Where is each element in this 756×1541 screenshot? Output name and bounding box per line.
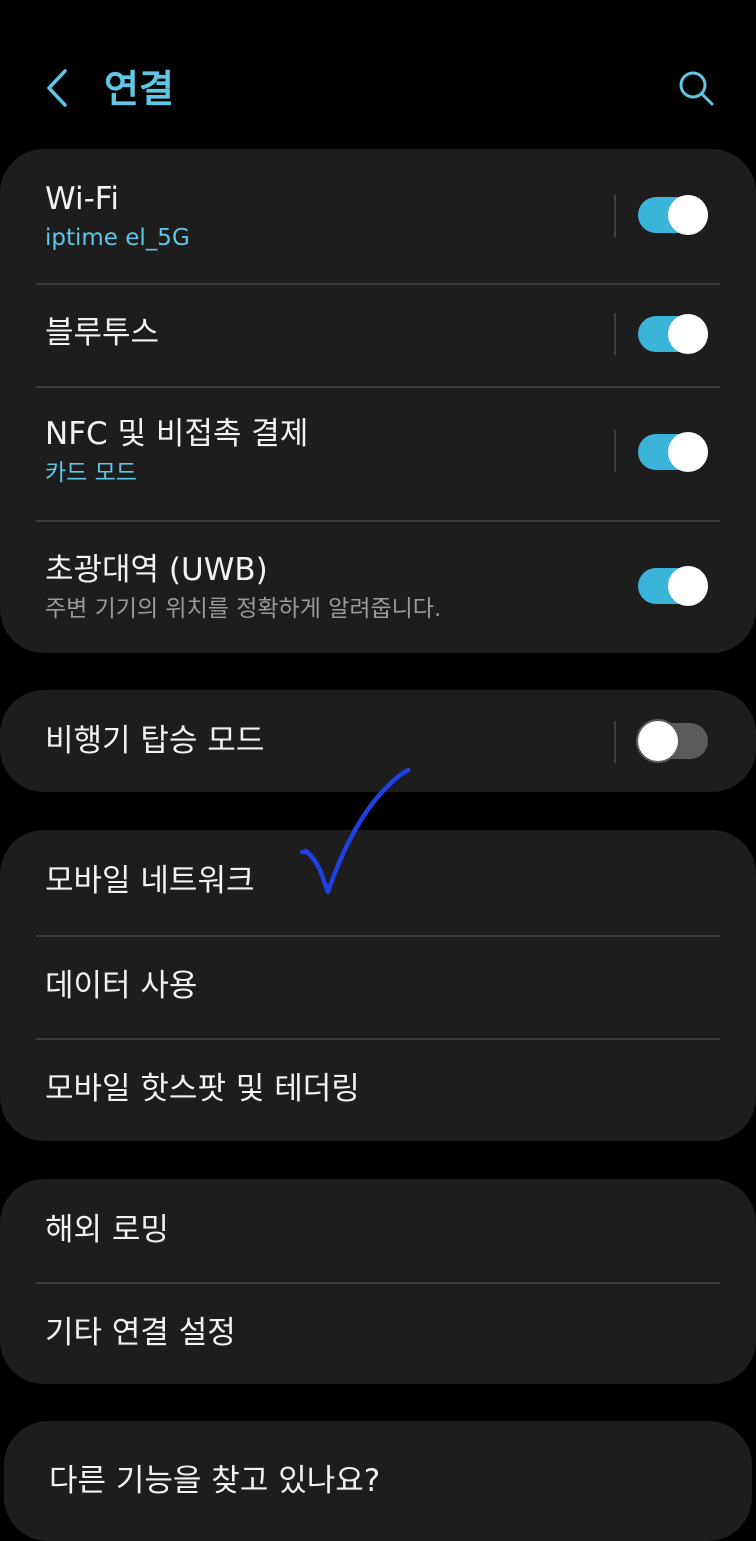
nfc-mode: 카드 모드 (45, 460, 137, 486)
more-card: 해외 로밍 기타 연결 설정 (0, 1179, 756, 1384)
nfc-title: NFC 및 비접촉 결제 (45, 416, 309, 452)
airplane-toggle[interactable] (638, 721, 708, 761)
list-item[interactable]: 해외 로밍 (0, 1179, 756, 1282)
uwb-toggle[interactable] (638, 566, 708, 606)
toggle-knob (668, 314, 708, 354)
other-connection-title: 기타 연결 설정 (45, 1315, 236, 1351)
back-arrow-icon (47, 69, 67, 107)
page-title: 연결 (104, 67, 174, 111)
bluetooth-title: 블루투스 (45, 315, 160, 351)
search-icon (679, 71, 714, 106)
list-item[interactable]: 모바일 핫스팟 및 테더링 (0, 1038, 756, 1141)
divider-vertical (614, 195, 616, 237)
airplane-title: 비행기 탑승 모드 (45, 723, 265, 759)
back-button[interactable] (36, 66, 80, 110)
suggestion-card[interactable]: 다른 기능을 찾고 있나요? (4, 1421, 752, 1541)
divider-vertical (614, 430, 616, 472)
toggle-knob (668, 566, 708, 606)
data-usage-title: 데이터 사용 (45, 968, 198, 1004)
uwb-title: 초광대역 (UWB) (45, 552, 268, 588)
list-item[interactable]: 기타 연결 설정 (0, 1282, 756, 1384)
bluetooth-row[interactable]: 블루투스 (0, 283, 756, 386)
wifi-toggle[interactable] (638, 195, 708, 235)
bluetooth-toggle[interactable] (638, 314, 708, 354)
roaming-title: 해외 로밍 (45, 1212, 169, 1248)
nfc-toggle[interactable] (638, 432, 708, 472)
hotspot-title: 모바일 핫스팟 및 테더링 (45, 1071, 360, 1107)
toggle-knob (668, 195, 708, 235)
divider-vertical (614, 721, 616, 763)
uwb-row[interactable]: 초광대역 (UWB) 주변 기기의 위치를 정확하게 알려줍니다. (0, 520, 756, 653)
checkmark-annotation (299, 767, 411, 895)
wifi-row[interactable]: Wi-Fi iptime el_5G (0, 149, 756, 283)
toggle-knob (668, 432, 708, 472)
toggle-knob (638, 721, 678, 761)
search-button[interactable] (672, 64, 720, 112)
nfc-row[interactable]: NFC 및 비접촉 결제 카드 모드 (0, 386, 756, 520)
divider-vertical (614, 313, 616, 355)
wifi-title: Wi-Fi (45, 181, 119, 217)
app-header: 연결 (0, 40, 756, 140)
connections-card: Wi-Fi iptime el_5G 블루투스 NFC 및 비접촉 결제 카드 … (0, 149, 756, 653)
wifi-network-name: iptime el_5G (45, 225, 190, 251)
suggestion-title: 다른 기능을 찾고 있나요? (49, 1463, 381, 1499)
list-item[interactable]: 데이터 사용 (0, 935, 756, 1038)
uwb-description: 주변 기기의 위치를 정확하게 알려줍니다. (45, 596, 442, 622)
